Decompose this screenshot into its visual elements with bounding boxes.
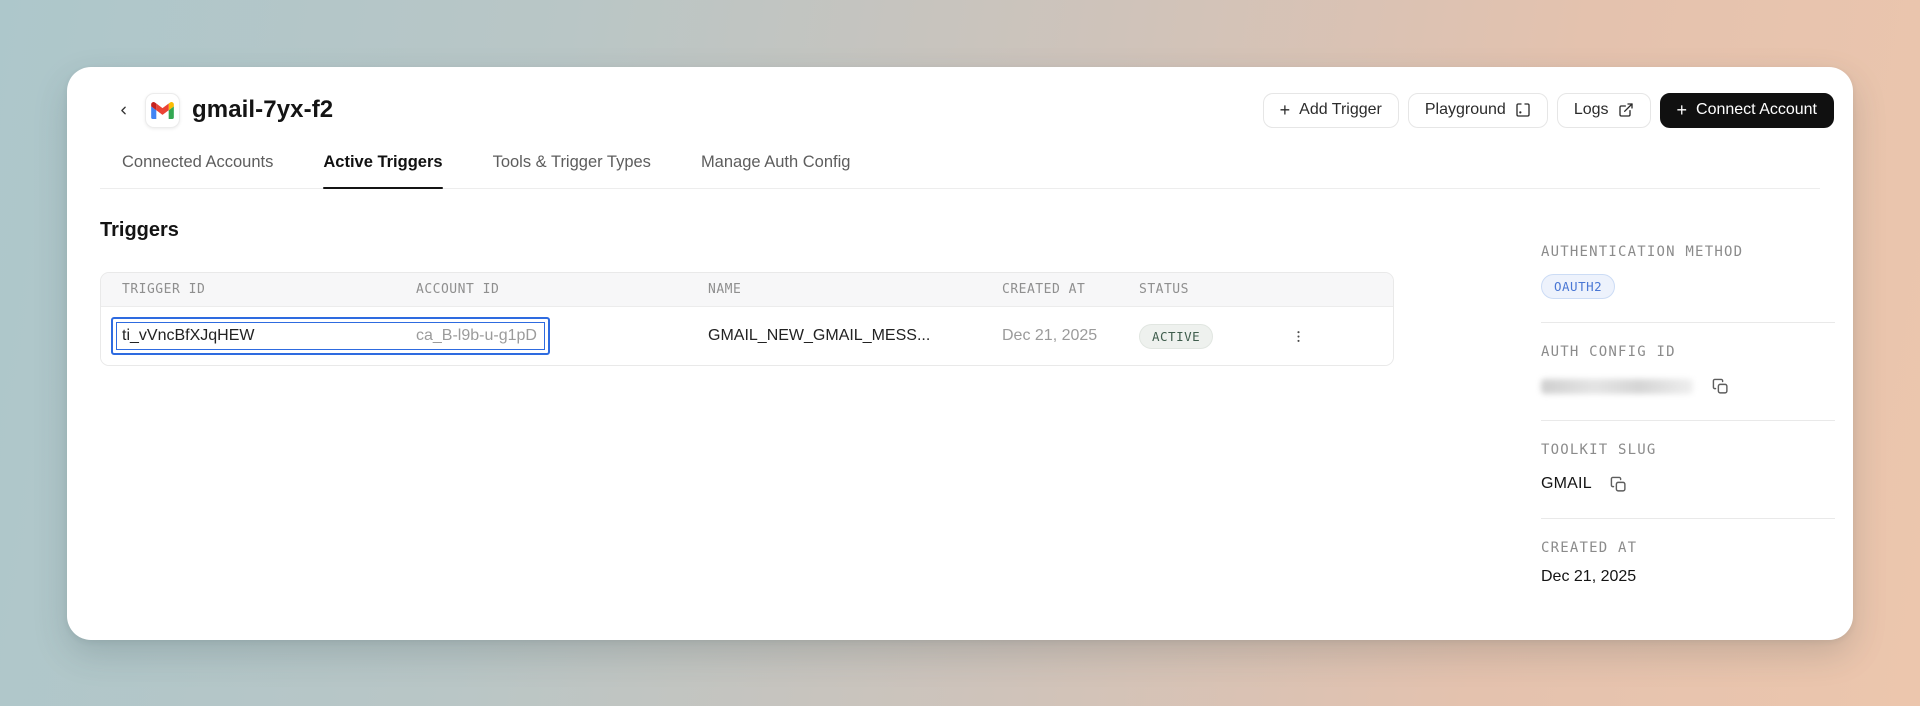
copy-toolkit-slug-button[interactable]: [1608, 473, 1630, 495]
created-at-section: CREATED AT Dec 21, 2025: [1541, 519, 1835, 609]
tab-active-triggers[interactable]: Active Triggers: [323, 153, 443, 189]
created-at-label: CREATED AT: [1541, 540, 1638, 556]
status-badge: ACTIVE: [1139, 323, 1214, 349]
row-menu-button[interactable]: [1285, 323, 1311, 349]
add-trigger-button[interactable]: + Add Trigger: [1262, 92, 1399, 128]
actions-cell: [1285, 323, 1393, 349]
back-button[interactable]: [109, 96, 137, 124]
auth-method-label: AUTHENTICATION METHOD: [1541, 244, 1744, 260]
table-row[interactable]: ti_vVncBfXJqHEW ca_B-l9b-u-g1pD GMAIL_NE…: [101, 307, 1393, 365]
created-at-value: Dec 21, 2025: [1541, 568, 1637, 585]
triggers-table: TRIGGER ID ACCOUNT ID NAME CREATED AT ST…: [100, 272, 1394, 366]
playground-label: Playground: [1424, 101, 1506, 118]
details-sidebar: AUTHENTICATION METHOD OAUTH2 AUTH CONFIG…: [1541, 223, 1835, 609]
trigger-name-cell: GMAIL_NEW_GMAIL_MESS...: [708, 327, 931, 344]
column-header-trigger-id: TRIGGER ID: [122, 282, 206, 297]
logs-label: Logs: [1573, 101, 1609, 118]
tab-connected-accounts[interactable]: Connected Accounts: [122, 153, 273, 188]
page-header: gmail-7yx-f2 + Add Trigger Playground Lo…: [67, 67, 1853, 129]
external-link-icon: [1618, 103, 1633, 117]
gmail-logo: [145, 92, 180, 128]
chevron-left-icon: [120, 106, 126, 114]
copy-auth-config-id-button[interactable]: [1709, 375, 1731, 397]
status-cell: ACTIVE: [1139, 323, 1285, 349]
tab-tools-trigger-types[interactable]: Tools & Trigger Types: [493, 153, 651, 188]
toolkit-slug-label: TOOLKIT SLUG: [1541, 442, 1657, 458]
add-trigger-label: Add Trigger: [1299, 101, 1382, 118]
copy-icon: [1712, 378, 1728, 394]
auth-config-id-label: AUTH CONFIG ID: [1541, 344, 1676, 360]
content-area: Triggers TRIGGER ID ACCOUNT ID NAME CREA…: [67, 189, 1853, 585]
trigger-id-cell: ti_vVncBfXJqHEW: [122, 327, 255, 344]
column-header-status: STATUS: [1139, 282, 1189, 297]
page-title: gmail-7yx-f2: [192, 96, 334, 123]
connect-account-label: Connect Account: [1696, 101, 1817, 118]
logs-button[interactable]: Logs: [1556, 92, 1651, 128]
auth-config-id-redacted-value: [1541, 378, 1693, 394]
column-header-created-at: CREATED AT: [1002, 282, 1086, 297]
connect-account-button[interactable]: + Connect Account: [1659, 92, 1834, 128]
plus-icon: +: [1279, 99, 1291, 120]
kebab-icon: [1296, 330, 1300, 342]
toolkit-slug-section: TOOLKIT SLUG GMAIL: [1541, 421, 1835, 519]
plus-icon: +: [1676, 99, 1688, 120]
column-header-name: NAME: [708, 282, 742, 297]
table-header-row: TRIGGER ID ACCOUNT ID NAME CREATED AT ST…: [101, 273, 1393, 307]
auth-config-section: AUTH CONFIG ID: [1541, 323, 1835, 421]
auth-method-section: AUTHENTICATION METHOD OAUTH2: [1541, 223, 1835, 323]
toolkit-slug-value: GMAIL: [1541, 475, 1592, 492]
app-card: gmail-7yx-f2 + Add Trigger Playground Lo…: [67, 67, 1853, 640]
playground-icon: [1516, 103, 1530, 117]
created-at-cell: Dec 21, 2025: [1002, 327, 1098, 344]
gmail-icon: [151, 101, 174, 119]
tab-bar: Connected Accounts Active Triggers Tools…: [100, 153, 1820, 189]
tab-manage-auth-config[interactable]: Manage Auth Config: [701, 153, 851, 188]
copy-icon: [1611, 476, 1626, 492]
column-header-account-id: ACCOUNT ID: [416, 282, 500, 297]
playground-button[interactable]: Playground: [1407, 92, 1548, 128]
header-actions: + Add Trigger Playground Logs + Connect …: [1262, 92, 1834, 128]
oauth2-badge: OAUTH2: [1541, 274, 1616, 299]
account-id-cell: ca_B-l9b-u-g1pD: [416, 327, 537, 344]
